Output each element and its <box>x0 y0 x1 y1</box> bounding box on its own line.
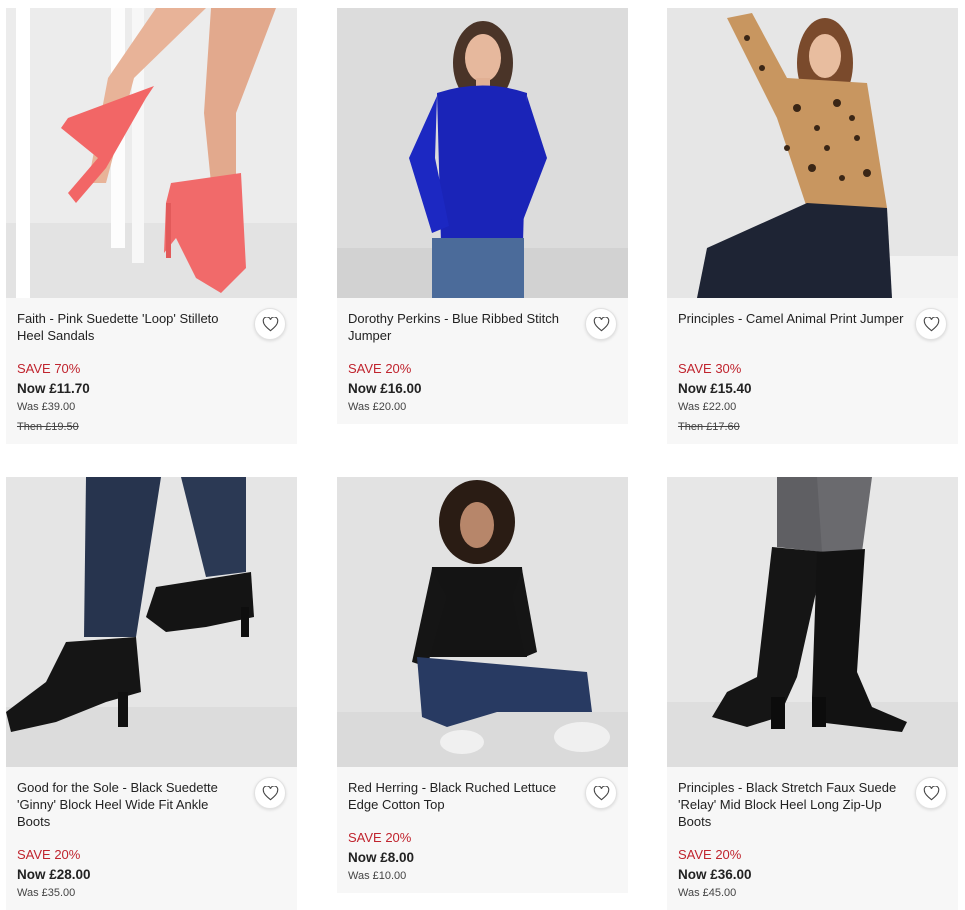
product-image[interactable] <box>667 8 958 298</box>
product-title[interactable]: Dorothy Perkins - Blue Ribbed Stitch Jum… <box>348 310 576 344</box>
product-image[interactable] <box>6 477 297 767</box>
heart-icon <box>923 316 939 331</box>
product-card[interactable]: Faith - Pink Suedette 'Loop' Stilleto He… <box>6 8 297 444</box>
product-title[interactable]: Red Herring - Black Ruched Lettuce Edge … <box>348 779 576 813</box>
original-price: Was £10.00 <box>348 870 407 882</box>
original-price: Was £35.00 <box>17 887 76 899</box>
product-image[interactable] <box>6 8 297 298</box>
product-image[interactable] <box>667 477 958 767</box>
discount-label: SAVE 20% <box>348 830 412 845</box>
wishlist-button[interactable] <box>915 308 947 340</box>
original-price: Was £45.00 <box>678 887 737 899</box>
product-image[interactable] <box>337 477 628 767</box>
product-card[interactable]: Principles - Black Stretch Faux Suede 'R… <box>667 477 958 910</box>
product-title[interactable]: Principles - Black Stretch Faux Suede 'R… <box>678 779 906 830</box>
discount-label: SAVE 20% <box>17 847 81 862</box>
original-price: Was £20.00 <box>348 401 407 413</box>
heart-icon <box>923 785 939 800</box>
product-card[interactable]: Dorothy Perkins - Blue Ribbed Stitch Jum… <box>337 8 628 424</box>
wishlist-button[interactable] <box>915 777 947 809</box>
current-price: Now £36.00 <box>678 867 752 882</box>
product-title[interactable]: Faith - Pink Suedette 'Loop' Stilleto He… <box>17 310 245 344</box>
wishlist-button[interactable] <box>254 308 286 340</box>
original-price: Was £22.00 <box>678 401 737 413</box>
discount-label: SAVE 70% <box>17 361 81 376</box>
current-price: Now £28.00 <box>17 867 91 882</box>
product-title[interactable]: Good for the Sole - Black Suedette 'Ginn… <box>17 779 245 830</box>
product-image[interactable] <box>337 8 628 298</box>
heart-icon <box>593 316 609 331</box>
product-title[interactable]: Principles - Camel Animal Print Jumper <box>678 310 906 344</box>
heart-icon <box>262 316 278 331</box>
original-price: Was £39.00 <box>17 401 76 413</box>
wishlist-button[interactable] <box>254 777 286 809</box>
product-card[interactable]: Good for the Sole - Black Suedette 'Ginn… <box>6 477 297 910</box>
previous-price: Then £19.50 <box>17 421 79 433</box>
wishlist-button[interactable] <box>585 777 617 809</box>
product-card[interactable]: Red Herring - Black Ruched Lettuce Edge … <box>337 477 628 893</box>
heart-icon <box>262 785 278 800</box>
current-price: Now £11.70 <box>17 381 90 396</box>
previous-price: Then £17.60 <box>678 421 740 433</box>
current-price: Now £16.00 <box>348 381 422 396</box>
discount-label: SAVE 30% <box>678 361 742 376</box>
discount-label: SAVE 20% <box>678 847 742 862</box>
current-price: Now £8.00 <box>348 850 415 865</box>
heart-icon <box>593 785 609 800</box>
discount-label: SAVE 20% <box>348 361 412 376</box>
current-price: Now £15.40 <box>678 381 752 396</box>
product-card[interactable]: Principles - Camel Animal Print Jumper S… <box>667 8 958 444</box>
wishlist-button[interactable] <box>585 308 617 340</box>
